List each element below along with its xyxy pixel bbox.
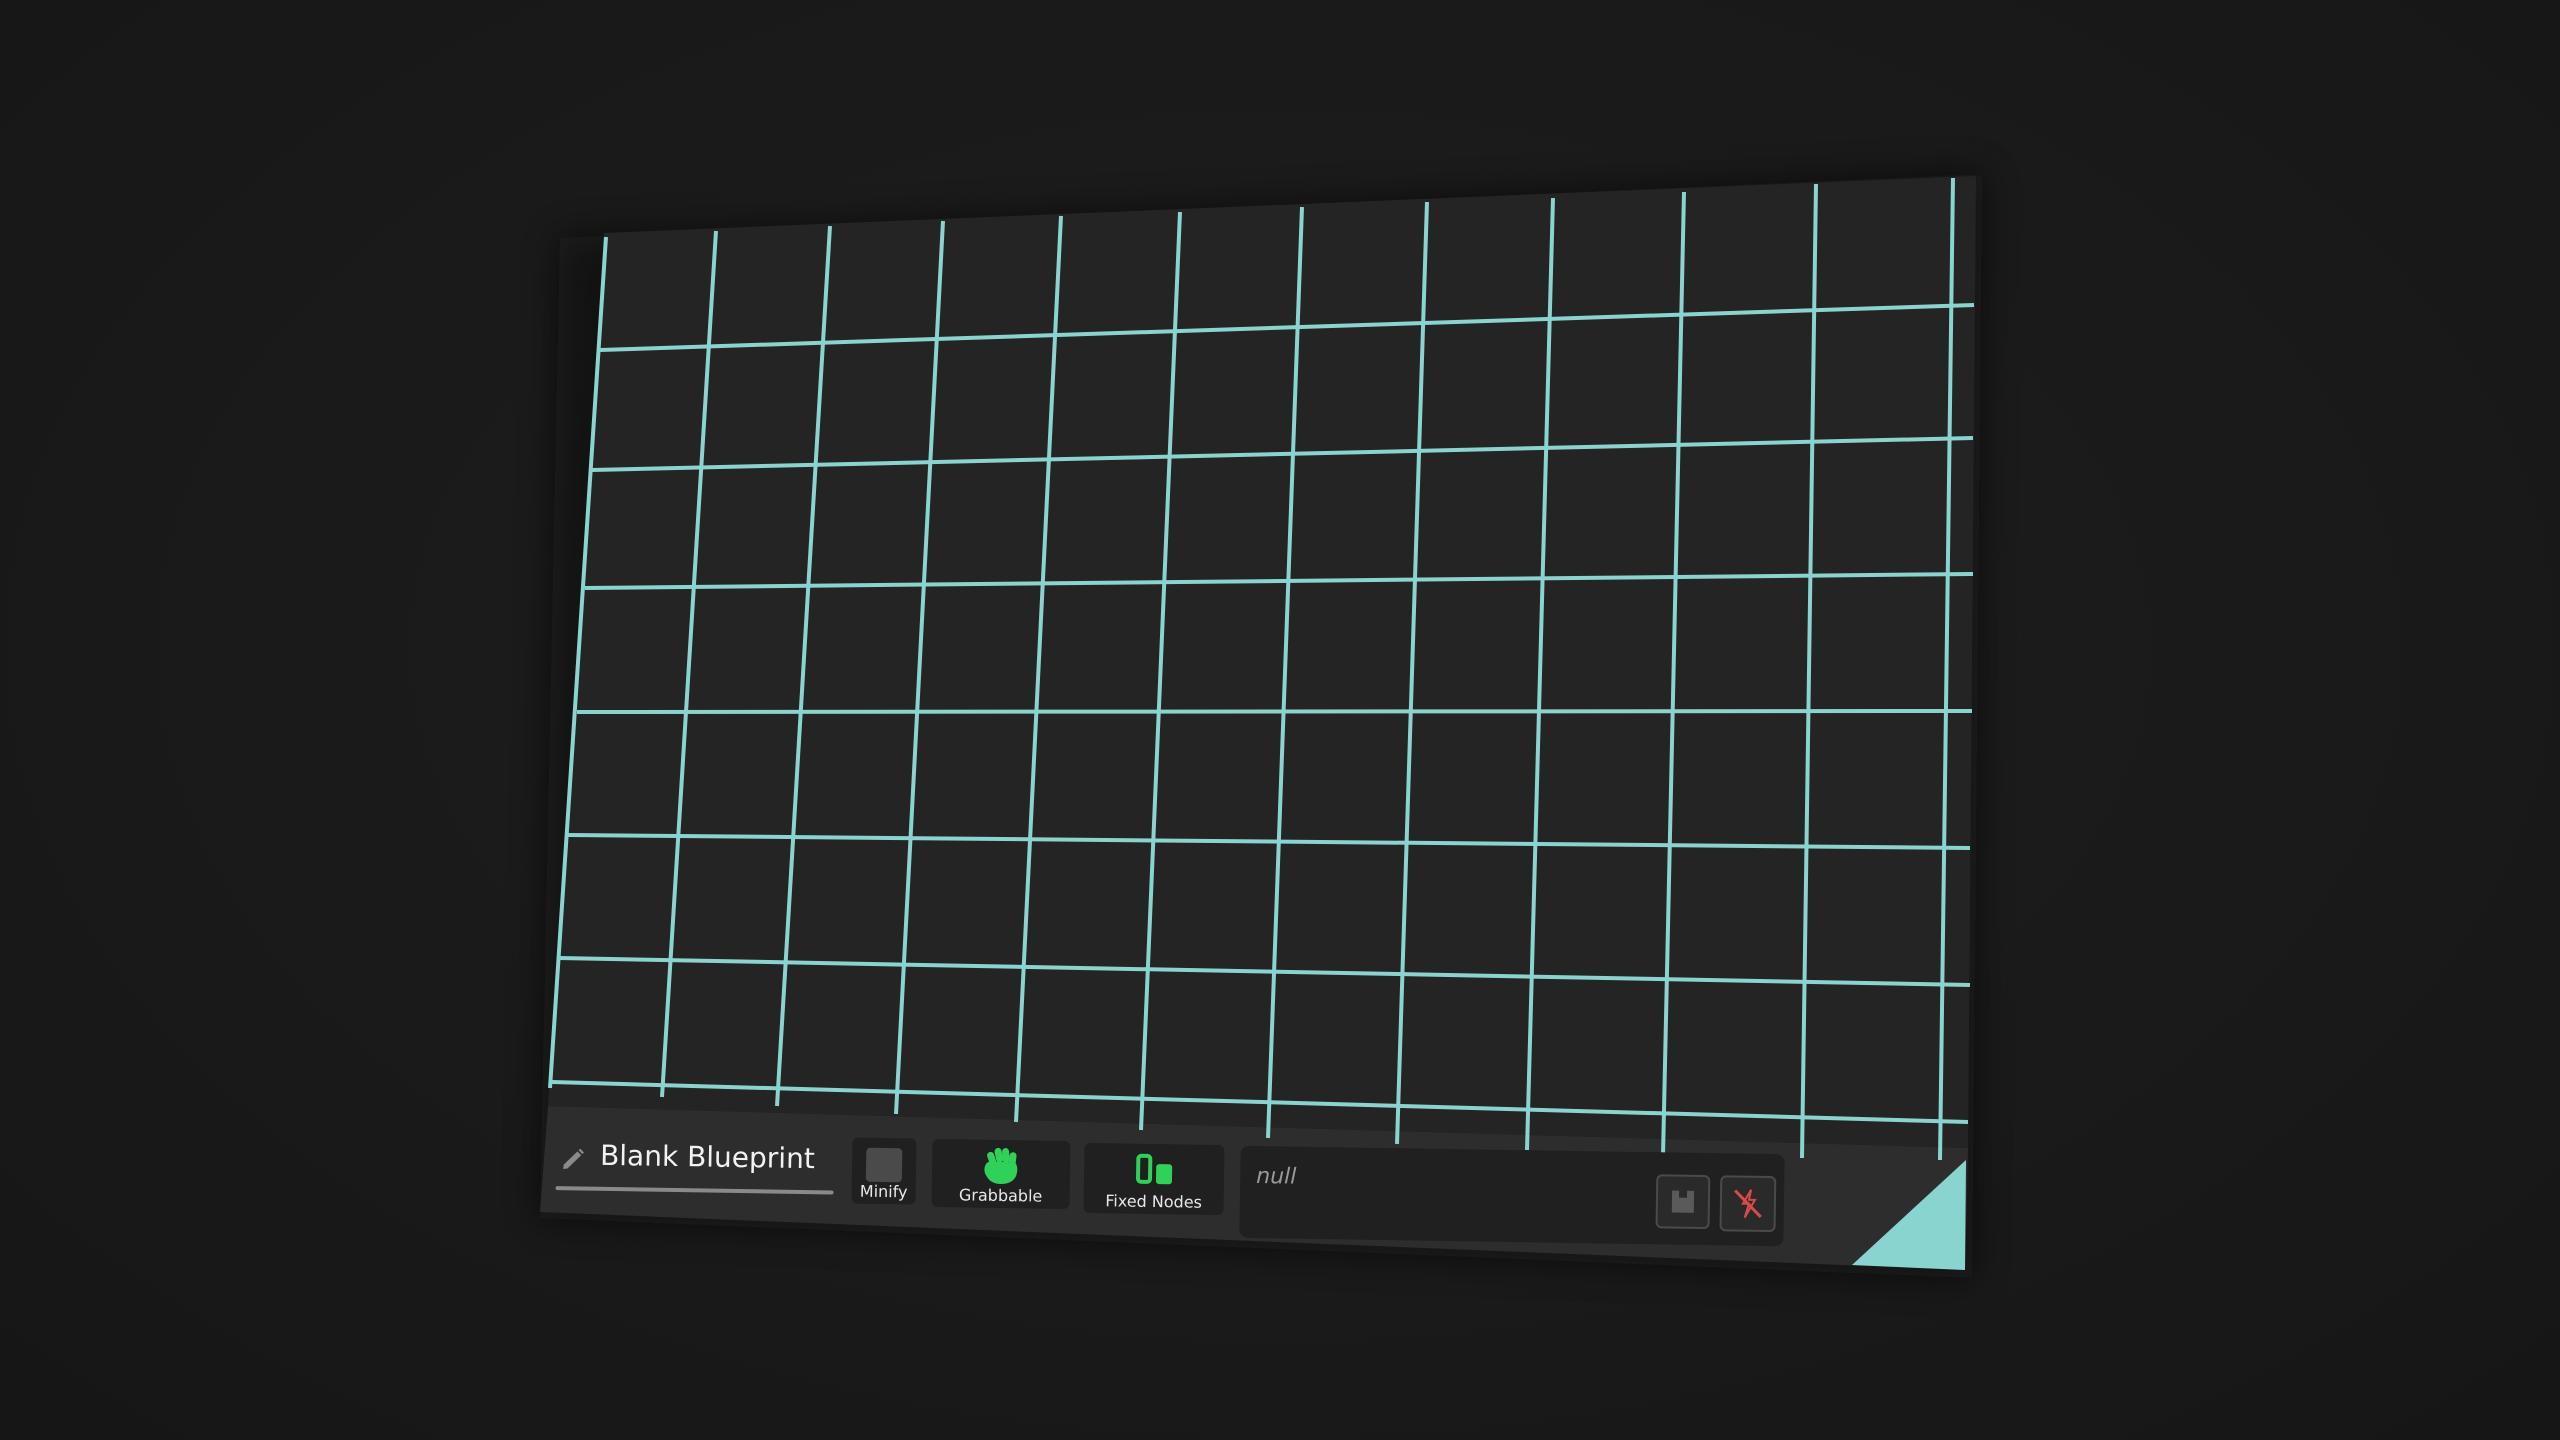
grabbable-label: Grabbable <box>958 1185 1043 1206</box>
fixed-nodes-label: Fixed Nodes <box>1105 1191 1203 1212</box>
clear-reference-icon <box>1734 1189 1762 1219</box>
minify-checkbox <box>865 1147 903 1183</box>
grabbable-toggle[interactable]: Grabbable <box>931 1138 1071 1210</box>
fixed-nodes-icon <box>1136 1153 1173 1185</box>
reference-value: null <box>1256 1163 1297 1190</box>
save-icon <box>1671 1190 1695 1213</box>
fist-icon <box>984 1147 1018 1184</box>
minify-label: Minify <box>859 1181 908 1202</box>
reference-field[interactable]: null <box>1239 1145 1785 1247</box>
pencil-icon <box>563 1148 584 1169</box>
minify-button[interactable]: Minify <box>851 1137 917 1205</box>
blueprint-name-field[interactable]: Blank Blueprint <box>548 1132 839 1195</box>
vr-scene-background: Blank Blueprint Minify Grabbable Fixed N… <box>0 0 2560 1440</box>
blueprint-name-text: Blank Blueprint <box>599 1138 816 1176</box>
clear-reference-button[interactable] <box>1719 1175 1777 1233</box>
grid-line-horizontal <box>576 709 1973 714</box>
save-button[interactable] <box>1655 1174 1711 1230</box>
grid-canvas[interactable] <box>548 176 1976 1148</box>
fixed-nodes-toggle[interactable]: Fixed Nodes <box>1083 1142 1225 1216</box>
